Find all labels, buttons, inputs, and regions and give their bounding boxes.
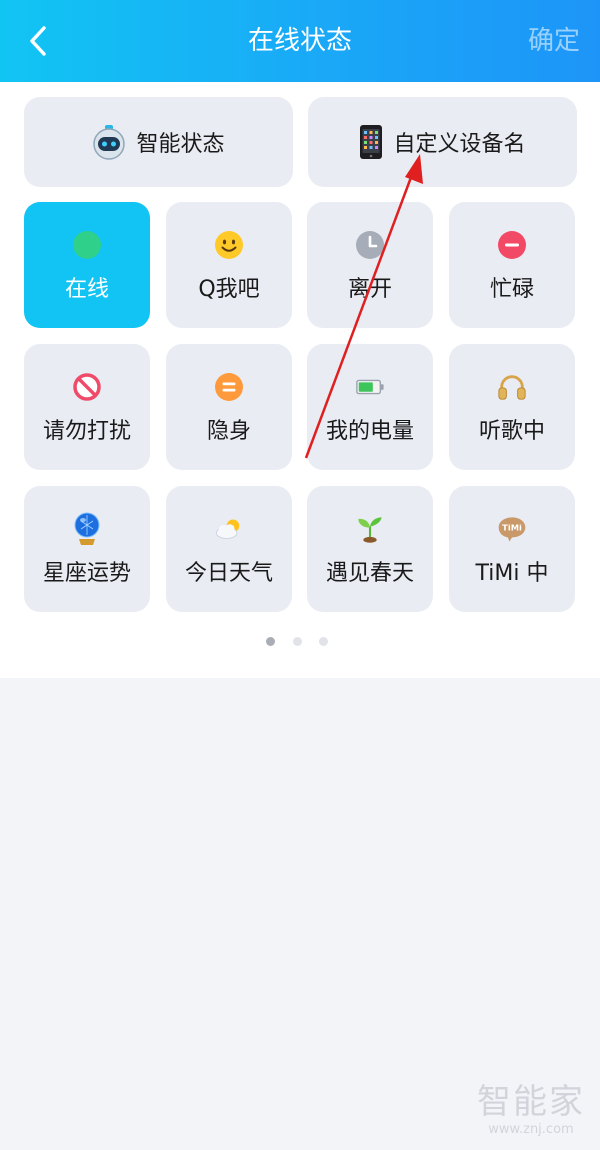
status-label: 离开 [347, 277, 392, 302]
timi-icon-text: TiMi [502, 523, 522, 533]
status-label: 忙碌 [489, 277, 534, 302]
status-label: 请勿打扰 [42, 419, 131, 444]
no-disturb-icon [72, 372, 102, 402]
page-indicator-dot [319, 637, 328, 646]
page-indicator-dot [293, 637, 302, 646]
weather-icon [214, 514, 244, 544]
status-my-battery[interactable]: 我的电量 [307, 344, 433, 470]
custom-device-name-card[interactable]: 自定义设备名 [308, 97, 577, 187]
smile-icon [214, 230, 244, 260]
status-invisible[interactable]: 隐身 [166, 344, 292, 470]
smart-status-card[interactable]: 智能状态 [24, 97, 293, 187]
page-indicator-dot [266, 637, 275, 646]
status-label: Q我吧 [198, 277, 260, 302]
page-title: 在线状态 [247, 26, 352, 56]
status-label: TiMi 中 [475, 561, 549, 586]
status-weather[interactable]: 今日天气 [166, 486, 292, 612]
status-listening-music[interactable]: 听歌中 [449, 344, 575, 470]
headphones-icon [497, 372, 527, 402]
smart-status-label: 智能状态 [136, 132, 225, 157]
status-label: 遇见春天 [325, 561, 414, 586]
timi-icon: TiMi [497, 514, 527, 544]
status-label: 在线 [64, 277, 109, 302]
watermark-url: www.znj.com [488, 1122, 574, 1137]
robot-icon [93, 125, 126, 160]
sprout-icon [355, 514, 385, 544]
status-busy[interactable]: 忙碌 [449, 202, 575, 328]
status-label: 今日天气 [184, 561, 273, 586]
status-label: 星座运势 [42, 561, 131, 586]
status-do-not-disturb[interactable]: 请勿打扰 [24, 344, 150, 470]
invisible-icon [214, 372, 244, 402]
clock-icon [355, 230, 385, 260]
status-q-me[interactable]: Q我吧 [166, 202, 292, 328]
phone-icon [360, 125, 383, 159]
status-online[interactable]: 在线 [24, 202, 150, 328]
watermark: 智能家 www.znj.com [476, 1082, 586, 1138]
custom-device-name-label: 自定义设备名 [393, 132, 526, 157]
status-timi[interactable]: TiMi TiMi 中 [449, 486, 575, 612]
crystal-ball-icon [72, 512, 102, 545]
status-label: 听歌中 [478, 419, 545, 444]
online-dot-icon [72, 230, 102, 260]
busy-icon [497, 230, 527, 260]
status-label: 我的电量 [325, 419, 414, 444]
status-meet-spring[interactable]: 遇见春天 [307, 486, 433, 612]
status-horoscope[interactable]: 星座运势 [24, 486, 150, 612]
header-bar: 在线状态 确定 [0, 0, 600, 82]
confirm-button[interactable]: 确定 [528, 22, 580, 60]
status-label: 隐身 [206, 419, 251, 444]
status-away[interactable]: 离开 [307, 202, 433, 328]
watermark-logo-text: 智能家 [477, 1082, 585, 1122]
battery-icon [355, 372, 385, 402]
